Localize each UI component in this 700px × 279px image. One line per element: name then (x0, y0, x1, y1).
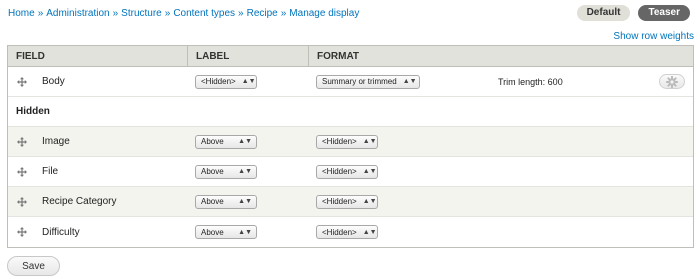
table-row-recipe-category: Recipe Category Above ▲▼ <Hidden> ▲▼ (8, 187, 693, 217)
label-cell: Above ▲▼ (187, 127, 308, 156)
label-cell: Above ▲▼ (187, 187, 308, 216)
region-title-hidden: Hidden (8, 97, 693, 127)
select-arrows-icon: ▲▼ (402, 78, 417, 85)
breadcrumb-structure[interactable]: Structure (121, 8, 162, 19)
select-arrows-icon: ▲▼ (362, 198, 377, 205)
breadcrumb-content-types[interactable]: Content types (173, 8, 235, 19)
format-select[interactable]: <Hidden> ▲▼ (316, 225, 378, 239)
field-name: Body (42, 76, 65, 87)
move-cross-icon[interactable] (17, 196, 27, 207)
format-select-value: <Hidden> (322, 227, 357, 237)
breadcrumb-separator: » (238, 8, 244, 19)
label-select-value: Above (201, 167, 224, 176)
breadcrumb-recipe[interactable]: Recipe (247, 8, 278, 19)
format-select-value: <Hidden> (322, 137, 357, 146)
breadcrumb: Home» Administration» Structure» Content ty… (8, 8, 359, 19)
label-cell: <Hidden> ▲▼ (187, 67, 308, 96)
label-select[interactable]: Above ▲▼ (195, 134, 257, 149)
breadcrumb-separator: » (37, 8, 44, 19)
move-cross-icon[interactable] (17, 227, 27, 237)
field-name: File (42, 166, 59, 177)
select-arrows-icon: ▲▼ (362, 168, 377, 175)
move-cross-icon[interactable] (17, 136, 27, 147)
breadcrumb-manage-display[interactable]: Manage display (289, 8, 359, 19)
column-header-label: Label (187, 46, 308, 66)
column-header-format: Format (308, 46, 693, 66)
format-select[interactable]: <Hidden> ▲▼ (316, 164, 378, 179)
label-select-value: <Hidden> (201, 77, 236, 86)
table-row-body: Body <Hidden> ▲▼ Summary or trimmed ▲▼ T… (8, 67, 693, 97)
table-row-image: Image Above ▲▼ <Hidden> ▲▼ (8, 127, 693, 157)
field-cell: File (8, 157, 187, 186)
select-arrows-icon: ▲▼ (238, 168, 252, 175)
show-row-weights-link[interactable]: Show row weights (613, 31, 694, 42)
format-select[interactable]: Summary or trimmed ▲▼ (316, 74, 420, 89)
label-cell: Above ▲▼ (187, 217, 308, 247)
table-header: Field Label Format (8, 46, 693, 67)
field-cell: Body (8, 67, 187, 96)
table-row-difficulty: Difficulty Above ▲▼ <Hidden> ▲▼ (8, 217, 693, 247)
field-cell: Recipe Category (8, 187, 187, 216)
format-cell: <Hidden> ▲▼ (308, 157, 498, 186)
view-mode-tabs: Default Teaser (576, 5, 690, 21)
move-cross-icon[interactable] (17, 166, 27, 177)
field-name: Recipe Category (42, 196, 117, 207)
label-select[interactable]: Above ▲▼ (195, 164, 257, 179)
gear-icon[interactable] (659, 74, 685, 89)
label-select[interactable]: <Hidden> ▲▼ (195, 74, 257, 89)
format-select-value: Summary or trimmed (322, 77, 397, 86)
tab-teaser[interactable]: Teaser (638, 5, 690, 21)
move-cross-icon[interactable] (17, 76, 27, 87)
format-select[interactable]: <Hidden> ▲▼ (316, 194, 378, 209)
label-select[interactable]: Above ▲▼ (195, 225, 257, 239)
column-header-field: Field (16, 50, 45, 62)
breadcrumb-administration[interactable]: Administration (46, 8, 109, 19)
label-select-value: Above (201, 137, 224, 146)
field-name: Image (42, 136, 70, 147)
select-arrows-icon: ▲▼ (238, 198, 252, 205)
field-display-table: Field Label Format Body <Hidden> ▲▼ Summ… (7, 45, 694, 248)
field-cell: Difficulty (8, 217, 187, 247)
format-cell: <Hidden> ▲▼ (308, 217, 498, 247)
select-arrows-icon: ▲▼ (362, 138, 377, 145)
tab-default[interactable]: Default (576, 5, 631, 21)
select-arrows-icon: ▲▼ (238, 228, 252, 236)
label-select-value: Above (201, 227, 224, 237)
breadcrumb-home[interactable]: Home (8, 8, 35, 19)
breadcrumb-separator: » (164, 8, 171, 19)
label-select[interactable]: Above ▲▼ (195, 194, 257, 209)
format-cell: <Hidden> ▲▼ (308, 127, 498, 156)
field-cell: Image (8, 127, 187, 156)
select-arrows-icon: ▲▼ (238, 138, 252, 145)
format-summary: Trim length: 600 (498, 76, 563, 87)
format-select-value: <Hidden> (322, 197, 357, 206)
select-arrows-icon: ▲▼ (241, 78, 256, 85)
select-arrows-icon: ▲▼ (362, 228, 377, 236)
label-select-value: Above (201, 197, 224, 206)
label-cell: Above ▲▼ (187, 157, 308, 186)
breadcrumb-separator: » (112, 8, 119, 19)
format-cell: <Hidden> ▲▼ (308, 187, 498, 216)
format-select-value: <Hidden> (322, 167, 357, 176)
field-name: Difficulty (42, 226, 80, 238)
table-row-file: File Above ▲▼ <Hidden> ▲▼ (8, 157, 693, 187)
breadcrumb-separator: » (280, 8, 287, 19)
format-select[interactable]: <Hidden> ▲▼ (316, 134, 378, 149)
format-cell: Summary or trimmed ▲▼ (308, 67, 498, 96)
save-button[interactable]: Save (7, 256, 60, 276)
